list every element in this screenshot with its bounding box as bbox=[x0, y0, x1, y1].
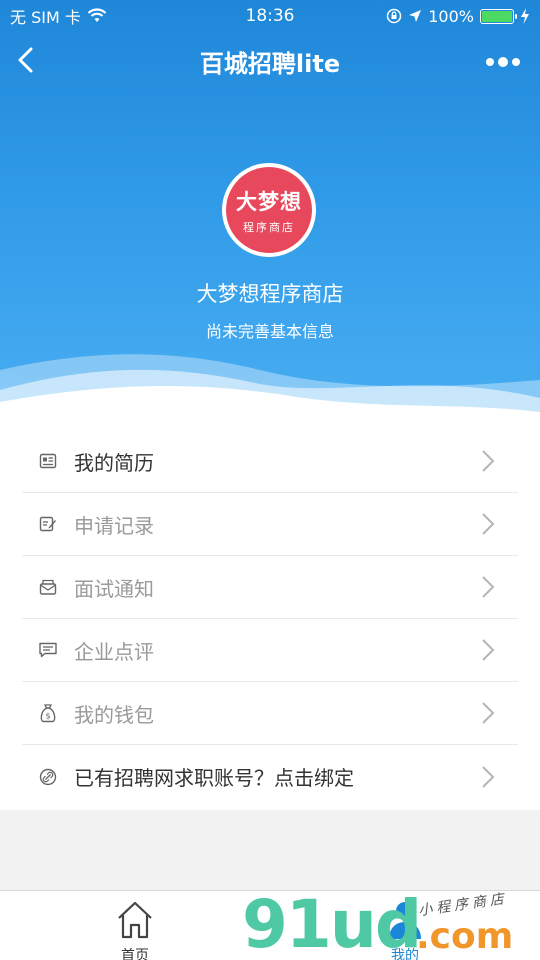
profile-header: 无 SIM 卡 18:36 100% 百城招聘lite 大梦想 程序商店 大梦想… bbox=[0, 0, 540, 420]
chevron-right-icon bbox=[482, 765, 495, 788]
page-title: 百城招聘lite bbox=[199, 50, 341, 78]
user-icon bbox=[389, 902, 421, 939]
tab-mine-label: 我的 bbox=[391, 948, 419, 960]
battery-icon bbox=[480, 8, 517, 24]
resume-icon bbox=[36, 449, 60, 473]
more-menu-icon[interactable] bbox=[486, 50, 522, 74]
user-name: 大梦想程序商店 bbox=[196, 282, 344, 306]
menu-item-label: 我的钱包 bbox=[74, 702, 154, 727]
menu-item-interview[interactable]: 面试通知 bbox=[22, 556, 518, 619]
menu-list: 我的简历 申请记录 面试通知 企业点评 $ 我的钱包 已有招聘网求职账号？点击绑… bbox=[0, 420, 540, 810]
home-icon bbox=[118, 901, 152, 939]
menu-item-applications[interactable]: 申请记录 bbox=[22, 493, 518, 556]
tab-bar: 首页 我的 bbox=[0, 890, 540, 960]
menu-item-reviews[interactable]: 企业点评 bbox=[22, 619, 518, 682]
status-bar: 无 SIM 卡 18:36 100% bbox=[0, 0, 540, 32]
menu-item-label: 面试通知 bbox=[74, 576, 154, 601]
chevron-right-icon bbox=[482, 576, 495, 598]
wave-decoration bbox=[0, 354, 540, 420]
edit-record-icon bbox=[36, 512, 60, 536]
tab-mine[interactable]: 我的 bbox=[365, 895, 445, 960]
chevron-right-icon bbox=[482, 450, 495, 472]
menu-item-label: 我的简历 bbox=[74, 450, 154, 475]
tab-home[interactable]: 首页 bbox=[95, 895, 175, 960]
avatar-logo-text: 大梦想 bbox=[236, 189, 302, 214]
menu-item-wallet[interactable]: $ 我的钱包 bbox=[22, 682, 518, 745]
menu-item-resume[interactable]: 我的简历 bbox=[22, 430, 518, 493]
chevron-right-icon bbox=[482, 702, 495, 724]
menu-item-label: 企业点评 bbox=[74, 639, 154, 664]
comment-icon bbox=[36, 638, 60, 662]
menu-item-label: 申请记录 bbox=[74, 513, 154, 538]
nav-bar: 百城招聘lite bbox=[0, 32, 540, 90]
chevron-right-icon bbox=[482, 639, 495, 661]
status-time: 18:36 bbox=[245, 6, 295, 26]
mail-icon bbox=[36, 575, 60, 599]
avatar-logo-subtext: 程序商店 bbox=[243, 220, 295, 234]
menu-item-label: 已有招聘网求职账号？点击绑定 bbox=[74, 766, 354, 790]
chevron-right-icon bbox=[482, 513, 495, 535]
money-bag-icon: $ bbox=[36, 701, 60, 725]
svg-text:$: $ bbox=[45, 712, 50, 721]
avatar[interactable]: 大梦想 程序商店 bbox=[222, 163, 316, 257]
link-icon bbox=[36, 765, 60, 789]
tab-home-label: 首页 bbox=[121, 948, 149, 960]
profile-status[interactable]: 尚未完善基本信息 bbox=[0, 318, 540, 342]
menu-item-bind-account[interactable]: 已有招聘网求职账号？点击绑定 bbox=[22, 745, 518, 808]
